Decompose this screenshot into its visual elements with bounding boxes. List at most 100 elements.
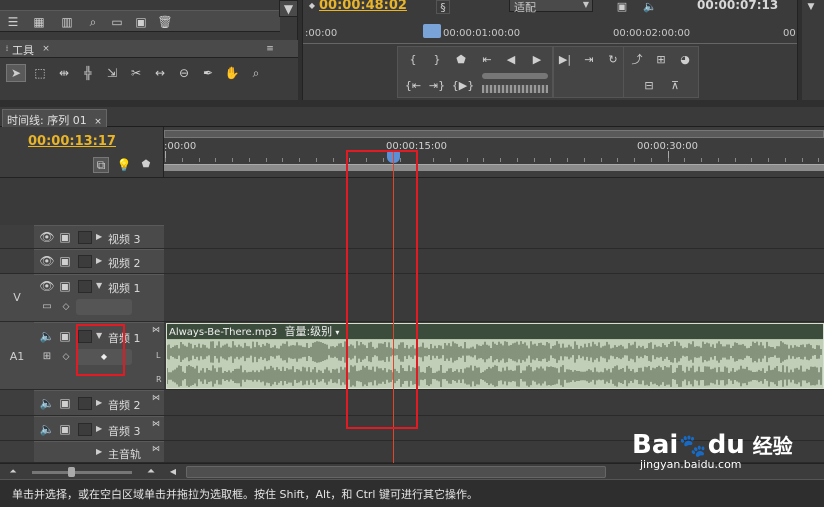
safe-margin-icon[interactable]: § — [436, 0, 450, 14]
output-icon[interactable]: ▣ — [613, 0, 631, 14]
sync-lock-icon[interactable]: ⋈ — [150, 393, 162, 403]
speaker-icon[interactable]: 🔈 — [40, 423, 55, 435]
track-header-video-3[interactable]: 👁 ▣ ▶ 视频 3 — [34, 225, 164, 249]
zoom-out-icon[interactable]: ⏶ — [6, 466, 20, 478]
zoom-tool-icon[interactable]: ⌕ — [246, 64, 266, 82]
grip-icon[interactable]: ⁞ — [2, 42, 12, 56]
scrollbar-thumb[interactable] — [186, 466, 606, 478]
track-target-a1[interactable]: A1 — [0, 322, 34, 390]
icon-view-icon[interactable]: ▦ — [30, 13, 48, 31]
film-icon[interactable]: ▣ — [58, 231, 72, 243]
find-icon[interactable]: ⌕ — [84, 13, 102, 31]
go-to-in-icon[interactable]: {⇤ — [404, 77, 422, 93]
keyframe-nav[interactable] — [76, 299, 132, 315]
marker-icon[interactable]: ⬟ — [452, 51, 470, 67]
track-body-video-2[interactable] — [164, 249, 824, 274]
lock-toggle[interactable] — [78, 231, 92, 244]
ripple-edit-tool-icon[interactable]: ⇹ — [54, 64, 74, 82]
chevron-down-icon[interactable]: ▾ — [335, 328, 339, 337]
jog-wheel[interactable] — [482, 85, 548, 93]
film-icon[interactable]: ▣ — [58, 280, 72, 292]
shuttle-slider[interactable] — [482, 73, 548, 79]
list-view-icon[interactable]: ☰ — [4, 13, 22, 31]
set-out-icon[interactable]: } — [428, 51, 446, 67]
expand-arrow-icon[interactable]: ▶ — [96, 256, 102, 265]
monitor-timecode[interactable]: 00:00:48:02 — [319, 0, 407, 13]
track-body-video-3[interactable] — [164, 225, 824, 249]
lock-toggle[interactable] — [78, 423, 92, 436]
film-icon[interactable]: ▣ — [58, 255, 72, 267]
play-icon[interactable]: ▶ — [528, 51, 546, 67]
lock-toggle[interactable] — [78, 255, 92, 268]
expand-arrow-icon[interactable]: ▶ — [96, 424, 102, 433]
slip-tool-icon[interactable]: ↔ — [150, 64, 170, 82]
razor-tool-icon[interactable]: ✂ — [126, 64, 146, 82]
track-header-audio-3[interactable]: 🔈 ▣ ▶ 音频 3 ⋈ — [34, 416, 164, 441]
lift-icon[interactable]: ⤴ — [628, 51, 646, 67]
keyframe-icon[interactable]: ◇ — [60, 301, 72, 313]
panel-menu-icon[interactable]: ≡ — [262, 42, 278, 56]
display-style-icon[interactable]: ▭ — [40, 301, 54, 313]
extract-icon[interactable]: ⊞ — [652, 51, 670, 67]
pen-tool-icon[interactable]: ✒ — [198, 64, 218, 82]
fit-dropdown[interactable]: 适配 ▼ — [509, 0, 593, 14]
track-body-video-1[interactable] — [164, 274, 824, 322]
timeline-timecode[interactable]: 00:00:13:17 — [28, 134, 116, 149]
go-to-previous-edit-icon[interactable]: ⇤ — [478, 51, 496, 67]
eye-icon[interactable]: 👁 — [39, 280, 54, 292]
zoom-slider-track[interactable] — [32, 471, 132, 474]
film-icon[interactable]: ▣ — [58, 397, 72, 409]
collapse-arrow-icon[interactable]: ▼ — [96, 281, 102, 290]
zoom-in-icon[interactable]: ⏶ — [142, 466, 160, 478]
audio-icon[interactable]: 🔈 — [641, 0, 659, 14]
set-in-icon[interactable]: { — [404, 51, 422, 67]
rate-stretch-tool-icon[interactable]: ⇲ — [102, 64, 122, 82]
go-to-out-icon[interactable]: ⇥} — [428, 77, 446, 93]
sync-lock-icon[interactable]: ⋈ — [150, 419, 162, 429]
tools-tab-label[interactable]: 工具 — [12, 42, 34, 58]
lock-toggle[interactable] — [78, 397, 92, 410]
set-encore-marker-icon[interactable]: 💡 — [116, 157, 132, 173]
close-icon[interactable]: × — [40, 42, 52, 56]
track-header-master[interactable]: ▶ 主音轨 ⋈ — [34, 441, 164, 463]
clip-property-menu[interactable]: 音量:级别 — [284, 325, 332, 338]
step-forward-icon[interactable]: ▶| — [556, 51, 574, 67]
sync-lock-icon[interactable]: ⋈ — [150, 325, 162, 335]
audio-clip[interactable]: Always-Be-There.mp3 音量:级别 ▾ — [166, 323, 824, 389]
track-header-audio-2[interactable]: 🔈 ▣ ▶ 音频 2 ⋈ — [34, 390, 164, 416]
go-to-next-edit-icon[interactable]: ⇥ — [580, 51, 598, 67]
monitor-playhead[interactable] — [423, 24, 441, 38]
timeline-tab[interactable]: 时间线: 序列 01 × — [2, 109, 107, 127]
film-icon[interactable]: ▣ — [58, 330, 72, 342]
expand-arrow-icon[interactable]: ▶ — [96, 232, 102, 241]
expand-arrow-icon[interactable]: ▶ — [96, 447, 102, 456]
hand-tool-icon[interactable]: ✋ — [222, 64, 242, 82]
zoom-slider-thumb[interactable] — [68, 467, 75, 477]
track-select-tool-icon[interactable]: ⬚ — [30, 64, 50, 82]
step-back-icon[interactable]: ◀ — [502, 51, 520, 67]
new-bin-icon[interactable]: ▭ — [108, 13, 126, 31]
film-icon[interactable]: ▣ — [58, 423, 72, 435]
loop-icon[interactable]: ↻ — [604, 51, 622, 67]
panel-menu-icon[interactable]: ▼ — [804, 0, 818, 14]
new-item-icon[interactable]: ▣ — [132, 13, 150, 31]
selection-tool-icon[interactable]: ➤ — [6, 64, 26, 82]
sync-lock-icon[interactable]: ⋈ — [150, 444, 162, 454]
eye-icon[interactable]: 👁 — [39, 255, 54, 267]
close-icon[interactable]: × — [94, 117, 102, 127]
snap-icon[interactable]: ⧉ — [93, 157, 109, 173]
track-header-video-1[interactable]: 👁 ▣ ▼ 视频 1 ▭ ◇ — [34, 274, 164, 322]
play-in-to-out-icon[interactable]: {▶} — [452, 77, 474, 93]
speaker-icon[interactable]: 🔈 — [40, 397, 55, 409]
track-header-video-2[interactable]: 👁 ▣ ▶ 视频 2 — [34, 249, 164, 274]
waveform-display-icon[interactable]: ⊞ — [40, 351, 54, 363]
monitor-ruler[interactable]: :00:00 00:00:01:00:00 00:00:02:00:00 00 — [303, 22, 797, 44]
slide-tool-icon[interactable]: ⊖ — [174, 64, 194, 82]
overlay-icon[interactable]: ⊼ — [666, 77, 684, 93]
panel-menu-icon[interactable]: ▼ — [279, 0, 298, 17]
track-target-v[interactable]: V — [0, 274, 34, 322]
scroll-left-icon[interactable]: ◀ — [168, 466, 178, 478]
ruler-track-bar[interactable] — [164, 164, 824, 171]
automate-icon[interactable]: ▥ — [58, 13, 76, 31]
eye-icon[interactable]: 👁 — [39, 231, 54, 243]
